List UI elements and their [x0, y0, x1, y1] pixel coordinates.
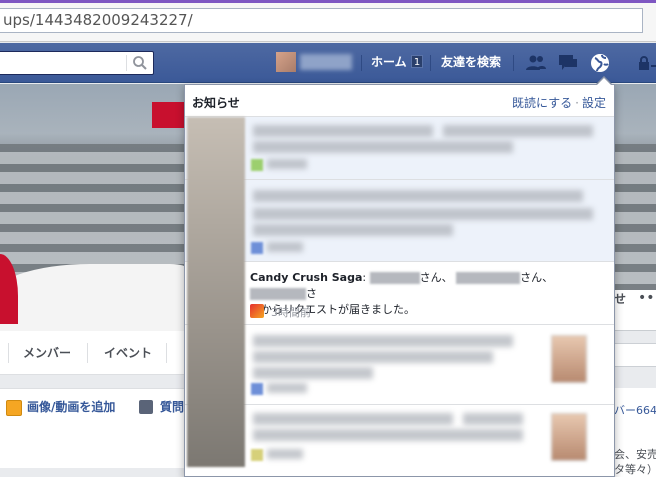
- redacted-time: [267, 242, 303, 252]
- user-avatar[interactable]: [276, 52, 296, 72]
- nav-separator: [513, 55, 514, 71]
- redacted-name: [250, 288, 306, 300]
- nav-separator: [430, 55, 431, 71]
- redacted-text: [253, 224, 453, 236]
- notification-item[interactable]: [185, 405, 614, 476]
- honorific: さ: [306, 287, 317, 300]
- post-composer: 画像/動画を追加 質問: [0, 388, 184, 468]
- redacted-time: [267, 449, 303, 459]
- notification-type-icon: [251, 242, 263, 254]
- group-tabs: メンバー イベント: [0, 331, 184, 375]
- address-bar[interactable]: ups/1443482009243227/: [0, 8, 643, 33]
- redacted-name: [369, 272, 420, 284]
- notification-item[interactable]: [185, 180, 614, 262]
- messages-icon[interactable]: [557, 52, 579, 74]
- nav-separator: [361, 55, 362, 71]
- notifications-globe-icon[interactable]: [589, 52, 611, 74]
- notification-item[interactable]: Candy Crush Saga: さん、 さん、 さ んからリクエストが届きま…: [185, 262, 614, 325]
- redacted-time: [267, 383, 307, 393]
- privacy-lock-icon[interactable]: [636, 55, 656, 71]
- action-separator: ·: [575, 96, 579, 110]
- candy-crush-icon: [250, 304, 264, 318]
- redacted-time: [267, 159, 307, 169]
- redacted-text: [253, 413, 453, 425]
- group-description-text: 会、安売: [614, 448, 656, 461]
- notifications-title: お知らせ: [192, 96, 240, 110]
- cover-airplane: [0, 264, 190, 331]
- mark-all-read-link[interactable]: 既読にする: [512, 96, 572, 110]
- right-search-field[interactable]: [614, 343, 656, 367]
- redacted-text: [253, 190, 583, 202]
- redacted-text: [253, 125, 433, 137]
- notification-type-icon: [251, 383, 263, 395]
- flyout-actions: 既読にする · 設定: [512, 94, 606, 111]
- notification-item[interactable]: [185, 117, 614, 180]
- ask-question-button[interactable]: 質問: [160, 399, 184, 415]
- home-count-badge: 1: [411, 55, 423, 68]
- notification-thumbnail: [551, 413, 587, 461]
- group-description-text: タ等々）: [614, 463, 656, 476]
- honorific: さん、: [419, 271, 453, 284]
- browser-toolbar: ups/1443482009243227/: [0, 0, 656, 42]
- redacted-text: [443, 125, 593, 137]
- photo-icon: [6, 400, 22, 416]
- find-friends-link[interactable]: 友達を検索: [441, 53, 501, 71]
- flyout-header: お知らせ 既読にする · 設定: [185, 85, 614, 117]
- search-input[interactable]: [0, 51, 154, 75]
- tab-separator: [166, 343, 167, 363]
- redacted-text: [253, 335, 513, 347]
- search-divider: [126, 55, 127, 71]
- redacted-text: [463, 413, 523, 425]
- user-name-redacted[interactable]: [300, 54, 352, 70]
- join-button-partial[interactable]: せ: [614, 290, 626, 307]
- tab-events[interactable]: イベント: [104, 345, 152, 361]
- add-photo-video-button[interactable]: 画像/動画を追加: [27, 399, 115, 415]
- cover-sign: [152, 102, 186, 128]
- facebook-top-bar: ホーム 1 友達を検索: [0, 43, 656, 83]
- tab-separator: [8, 343, 9, 363]
- home-link[interactable]: ホーム: [371, 53, 407, 71]
- notification-type-icon: [251, 449, 263, 461]
- flyout-caret-inner: [597, 78, 611, 85]
- more-options-button[interactable]: •••: [638, 290, 656, 306]
- question-icon: [139, 400, 153, 414]
- friend-requests-icon[interactable]: [525, 52, 547, 74]
- redacted-text: [253, 141, 513, 153]
- tab-members[interactable]: メンバー: [23, 345, 71, 361]
- honorific: さん、: [520, 271, 554, 284]
- notification-thumbnail: [551, 335, 587, 383]
- app-name[interactable]: Candy Crush Saga: [250, 271, 362, 284]
- redacted-name: [456, 272, 521, 284]
- notification-time: 3時間前: [271, 306, 311, 319]
- search-icon[interactable]: [132, 55, 148, 71]
- notification-type-icon: [251, 159, 263, 171]
- redacted-text: [253, 367, 373, 379]
- redacted-text: [253, 208, 593, 220]
- redacted-text: [253, 429, 523, 441]
- redacted-text: [253, 351, 493, 363]
- tab-separator: [87, 343, 88, 363]
- notification-item[interactable]: [185, 325, 614, 405]
- colon: :: [362, 271, 367, 284]
- notifications-flyout: お知らせ 既読にする · 設定 Candy Crush Saga: さん、 さん、 …: [184, 84, 615, 477]
- notification-settings-link[interactable]: 設定: [582, 96, 606, 110]
- notification-avatar-redacted: [187, 117, 245, 467]
- browser-accent-strip: [0, 0, 656, 3]
- members-count-text[interactable]: バー664: [614, 402, 656, 418]
